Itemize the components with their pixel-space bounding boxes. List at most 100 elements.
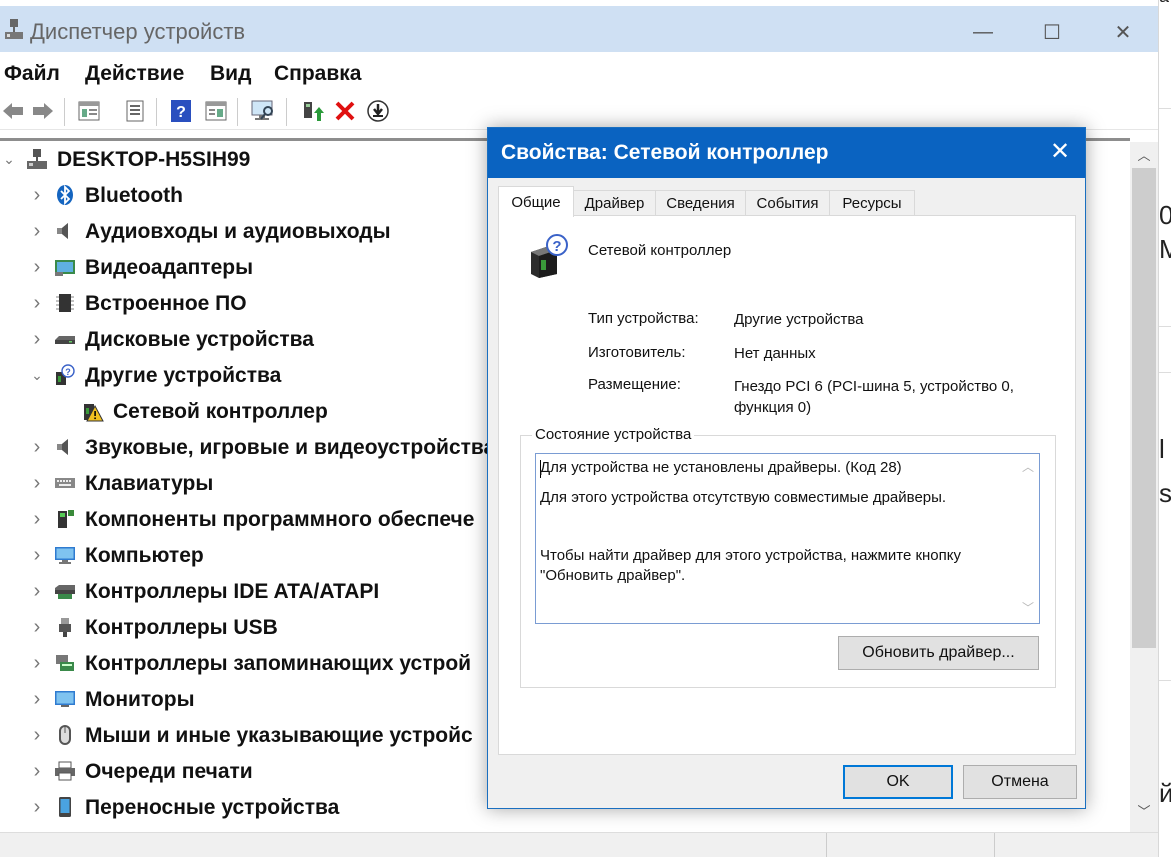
status-scrollbar[interactable]: ︿ ﹀ — [1017, 454, 1039, 623]
background-text: 08 — [1159, 200, 1171, 231]
chevron-right-icon[interactable]: › — [30, 256, 44, 278]
back-button[interactable] — [0, 98, 26, 124]
close-icon: ✕ — [1114, 21, 1132, 44]
monitor-icon — [54, 688, 76, 710]
chevron-right-icon[interactable]: › — [30, 292, 44, 314]
tab-strip: Общие Драйвер Сведения События Ресурсы — [498, 186, 1078, 217]
help-button[interactable]: ? — [168, 98, 194, 124]
maximize-button[interactable]: ☐ — [1029, 12, 1075, 52]
tree-item-label: Видеоадаптеры — [85, 256, 254, 279]
status-bar — [0, 832, 1158, 857]
scan-hardware-button[interactable] — [250, 98, 276, 124]
tab-events[interactable]: События — [745, 190, 830, 216]
tree-item-label: Дисковые устройства — [85, 328, 314, 351]
separator — [286, 98, 287, 126]
speaker-icon — [54, 220, 76, 242]
chevron-right-icon[interactable]: › — [30, 220, 44, 242]
chevron-right-icon[interactable]: › — [30, 688, 44, 710]
divider — [1159, 326, 1171, 327]
tree-item-label: Bluetooth — [85, 184, 183, 207]
scroll-up-icon[interactable]: ︿ — [1017, 458, 1039, 475]
chevron-right-icon[interactable]: › — [30, 436, 44, 458]
storage-controller-icon — [54, 652, 76, 674]
bluetooth-icon — [54, 184, 76, 206]
tree-item-label: Контроллеры IDE ATA/ATAPI — [85, 580, 380, 603]
title-bar[interactable]: Диспетчер устройств — ☐ ✕ — [0, 6, 1158, 52]
properties-view-icon — [78, 101, 100, 121]
divider — [826, 833, 827, 857]
scroll-down-icon[interactable]: ﹀ — [1130, 798, 1158, 822]
menu-file[interactable]: Файл — [4, 62, 60, 86]
menu-action[interactable]: Действие — [85, 62, 184, 86]
list-view-icon — [126, 100, 144, 122]
menu-view[interactable]: Вид — [210, 62, 251, 86]
background-text: s — [1159, 478, 1171, 508]
background-text: l — [1159, 434, 1165, 464]
chevron-down-icon[interactable]: ⌄ — [2, 150, 16, 168]
dialog-title-bar[interactable]: Свойства: Сетевой контроллер ✕ — [488, 128, 1085, 178]
list-view-button[interactable] — [122, 98, 148, 124]
chevron-right-icon[interactable]: › — [30, 796, 44, 818]
scroll-thumb[interactable] — [1132, 168, 1156, 648]
update-driver-button[interactable]: Обновить драйвер... — [838, 636, 1039, 670]
chevron-right-icon[interactable]: › — [30, 724, 44, 746]
computer-tree-icon — [27, 149, 47, 169]
chevron-right-icon[interactable]: › — [30, 544, 44, 566]
dialog-close-button[interactable]: ✕ — [1045, 136, 1075, 166]
chevron-right-icon[interactable]: › — [30, 508, 44, 530]
separator — [64, 98, 65, 126]
forward-button[interactable] — [30, 98, 56, 124]
chevron-right-icon[interactable]: › — [30, 652, 44, 674]
add-driver-icon — [304, 102, 324, 121]
chevron-right-icon[interactable]: › — [30, 328, 44, 350]
tree-root-label: DESKTOP-H5SIH99 — [57, 148, 251, 171]
properties-dialog: Свойства: Сетевой контроллер ✕ Общие Дра… — [487, 127, 1086, 809]
help-icon: ? — [171, 100, 191, 122]
svg-text:?: ? — [176, 104, 186, 121]
scroll-up-icon[interactable]: ︿ — [1130, 142, 1158, 166]
manufacturer-value: Нет данных — [734, 345, 816, 362]
software-component-icon — [54, 508, 76, 530]
tree-item-label: Клавиатуры — [85, 472, 214, 495]
minimize-button[interactable]: — — [960, 12, 1006, 52]
toolbar: ? — [0, 94, 1158, 130]
status-line: Чтобы найти драйвер для этого устройства… — [540, 547, 962, 584]
properties-view-button[interactable] — [76, 98, 102, 124]
status-line: Для этого устройства отсутствую совмести… — [540, 489, 947, 506]
divider — [1159, 372, 1171, 373]
chevron-right-icon[interactable]: › — [30, 760, 44, 782]
chevron-right-icon[interactable]: › — [30, 184, 44, 206]
chevron-down-icon[interactable]: ⌄ — [30, 366, 44, 384]
tree-scrollbar[interactable]: ︿ ﹀ — [1130, 142, 1158, 832]
scroll-down-icon[interactable]: ﹀ — [1017, 599, 1039, 616]
device-status-textbox[interactable]: Для устройства не установлены драйверы. … — [535, 453, 1040, 624]
tab-general[interactable]: Общие — [498, 186, 574, 217]
ide-controller-icon — [54, 580, 76, 602]
tree-item-label: Компьютер — [85, 544, 204, 567]
chevron-right-icon[interactable]: › — [30, 580, 44, 602]
separator — [237, 98, 238, 126]
tree-item-label: Контроллеры запоминающих устрой — [85, 652, 472, 675]
svg-text:?: ? — [552, 238, 561, 255]
update-driver-button[interactable] — [365, 98, 391, 124]
portable-device-icon — [54, 796, 76, 818]
tree-item-label: Звуковые, игровые и видеоустройства — [85, 436, 496, 459]
panel-button[interactable] — [203, 98, 229, 124]
manufacturer-label: Изготовитель: — [588, 344, 686, 361]
chevron-right-icon[interactable]: › — [30, 616, 44, 638]
mouse-icon — [54, 724, 76, 746]
cancel-button[interactable]: Отмена — [963, 765, 1077, 799]
chevron-right-icon[interactable]: › — [30, 472, 44, 494]
tab-resources[interactable]: Ресурсы — [829, 190, 915, 216]
ok-button[interactable]: OK — [843, 765, 953, 799]
uninstall-button[interactable] — [332, 98, 358, 124]
menu-help[interactable]: Справка — [274, 62, 361, 86]
unknown-device-icon: ? — [54, 364, 76, 386]
warning-device-icon — [82, 400, 104, 422]
tab-driver[interactable]: Драйвер — [573, 190, 656, 216]
uninstall-icon — [335, 101, 355, 121]
add-driver-button[interactable] — [299, 98, 325, 124]
device-manager-icon — [5, 19, 23, 39]
close-button[interactable]: ✕ — [1100, 12, 1146, 52]
tab-details[interactable]: Сведения — [655, 190, 746, 216]
